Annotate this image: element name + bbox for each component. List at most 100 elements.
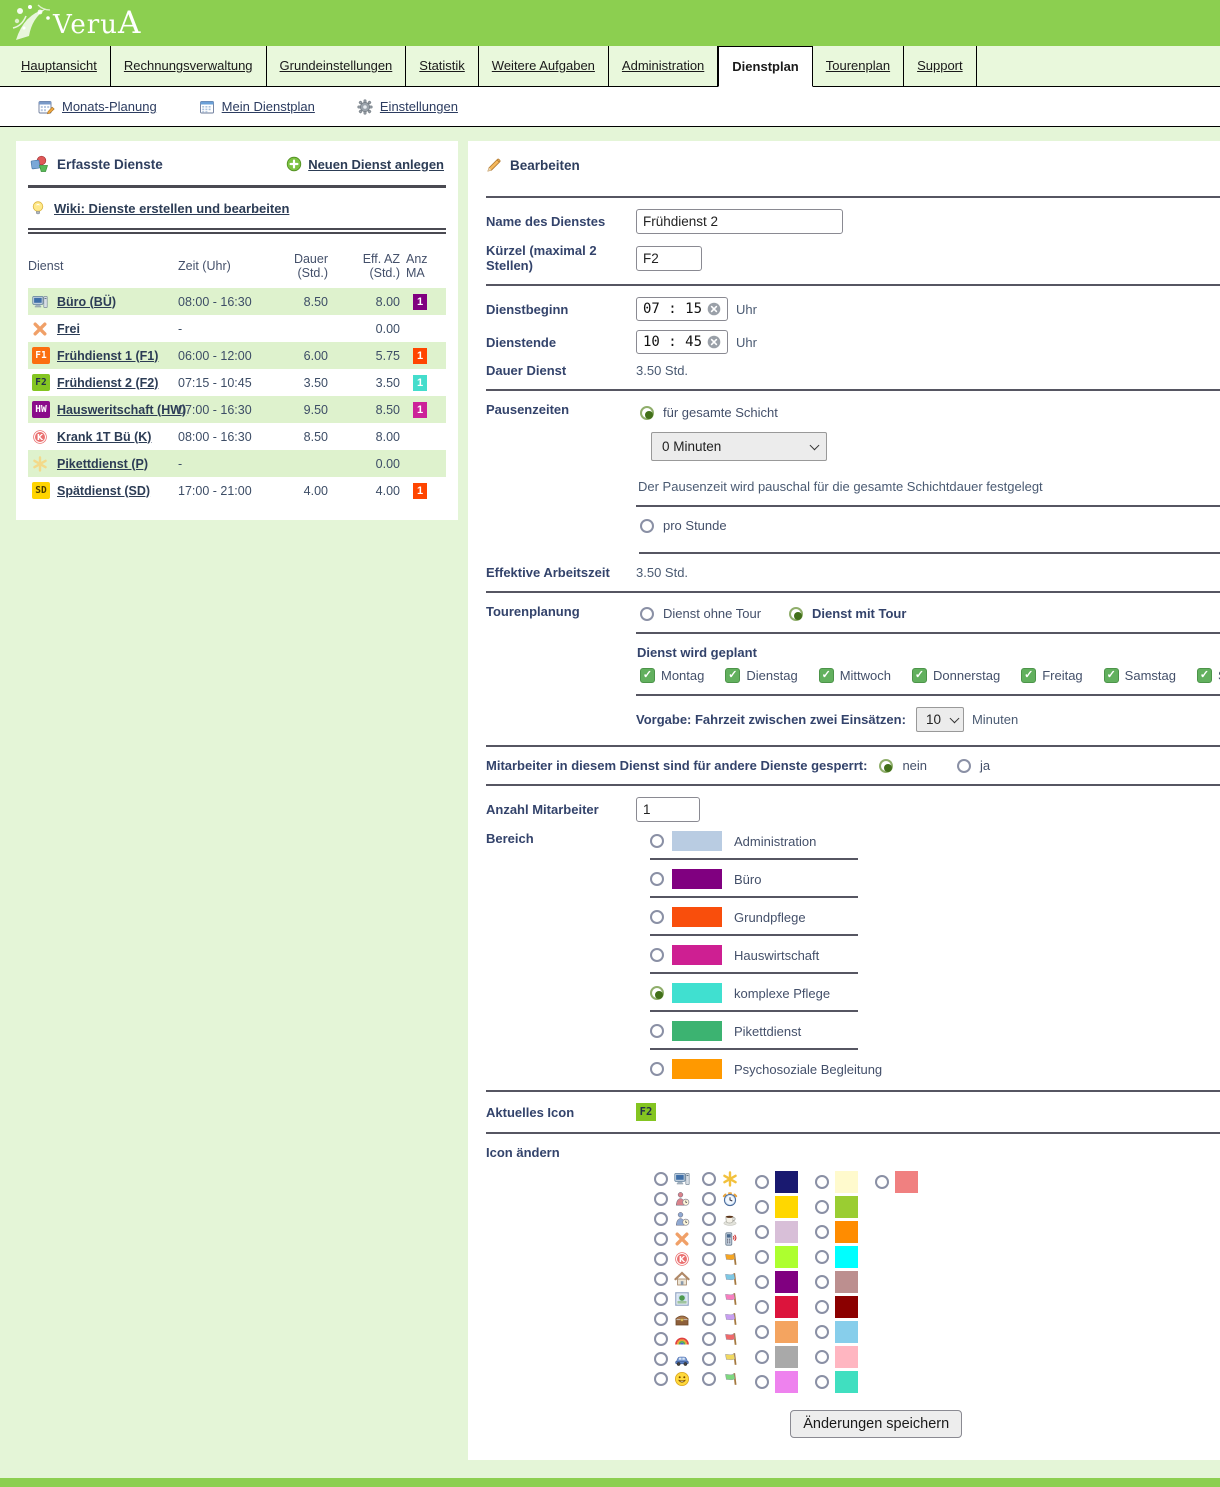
touren-mit-radio[interactable] [789,607,803,621]
bereich-radio[interactable] [650,910,664,924]
main-tab[interactable]: Weitere Aufgaben [479,46,609,86]
color-swatch[interactable] [775,1271,798,1293]
service-link[interactable]: Frei [57,322,80,336]
bereich-radio[interactable] [650,872,664,886]
color-swatch[interactable] [775,1246,798,1268]
icon-radio[interactable] [702,1292,716,1306]
bereich-radio[interactable] [650,1024,664,1038]
service-link[interactable]: Büro (BÜ) [57,295,116,309]
color-radio[interactable] [815,1225,829,1239]
icon-radio[interactable] [702,1272,716,1286]
icon-radio[interactable] [702,1232,716,1246]
color-radio[interactable] [815,1300,829,1314]
fahrzeit-select[interactable]: 10 [916,707,964,732]
bereich-radio[interactable] [650,986,664,1000]
gesperrt-ja-radio[interactable] [957,759,971,773]
service-link[interactable]: Pikettdienst (P) [57,457,148,471]
icon-radio[interactable] [702,1252,716,1266]
subnav-link[interactable]: Einstellungen [357,99,458,115]
new-service-link[interactable]: Neuen Dienst anlegen [308,157,444,172]
wiki-link[interactable]: Wiki: Dienste erstellen und bearbeiten [54,201,289,216]
weekday-checkbox[interactable] [640,668,655,683]
service-link[interactable]: Frühdienst 1 (F1) [57,349,158,363]
color-swatch[interactable] [775,1171,798,1193]
weekday-checkbox[interactable] [819,668,834,683]
subnav-link[interactable]: Monats-Planung [38,99,157,115]
subnav-link[interactable]: Mein Dienstplan [199,99,315,115]
main-tab[interactable]: Administration [609,46,718,86]
service-link[interactable]: Krank 1T Bü (K) [57,430,151,444]
color-radio[interactable] [755,1375,769,1389]
color-swatch[interactable] [835,1371,858,1393]
icon-radio[interactable] [702,1332,716,1346]
icon-radio[interactable] [654,1252,668,1266]
color-swatch[interactable] [775,1346,798,1368]
color-swatch[interactable] [775,1221,798,1243]
icon-radio[interactable] [702,1352,716,1366]
icon-radio[interactable] [702,1172,716,1186]
bereich-radio[interactable] [650,1062,664,1076]
dienstbeginn-input[interactable]: 07 : 15 [636,297,728,321]
weekday-checkbox[interactable] [1104,668,1119,683]
main-tab[interactable]: Tourenplan [813,46,904,86]
icon-radio[interactable] [654,1212,668,1226]
weekday-checkbox[interactable] [1197,668,1212,683]
color-swatch[interactable] [775,1296,798,1318]
icon-radio[interactable] [654,1192,668,1206]
main-tab[interactable]: Dienstplan [718,46,812,87]
bereich-radio[interactable] [650,948,664,962]
color-swatch[interactable] [835,1346,858,1368]
color-radio[interactable] [755,1175,769,1189]
icon-radio[interactable] [654,1172,668,1186]
name-input[interactable] [636,209,843,234]
save-button[interactable]: Änderungen speichern [790,1410,962,1438]
dienstende-input[interactable]: 10 : 45 [636,330,728,354]
color-radio[interactable] [815,1375,829,1389]
icon-radio[interactable] [702,1372,716,1386]
pausen-schicht-radio[interactable] [640,406,654,420]
clear-icon[interactable] [707,302,721,316]
anzahl-input[interactable] [636,797,700,822]
color-radio[interactable] [815,1275,829,1289]
color-radio[interactable] [815,1325,829,1339]
icon-radio[interactable] [654,1332,668,1346]
main-tab[interactable]: Support [904,46,977,86]
color-radio[interactable] [815,1250,829,1264]
pausen-stunde-radio[interactable] [640,519,654,533]
icon-radio[interactable] [654,1292,668,1306]
clear-icon[interactable] [707,335,721,349]
icon-radio[interactable] [654,1232,668,1246]
color-radio[interactable] [815,1175,829,1189]
color-radio[interactable] [815,1350,829,1364]
color-radio[interactable] [755,1350,769,1364]
color-radio[interactable] [755,1275,769,1289]
color-radio[interactable] [755,1325,769,1339]
service-link[interactable]: Frühdienst 2 (F2) [57,376,158,390]
color-swatch[interactable] [835,1171,858,1193]
color-swatch[interactable] [895,1171,918,1193]
main-tab[interactable]: Hauptansicht [8,46,111,86]
color-swatch[interactable] [835,1246,858,1268]
icon-radio[interactable] [654,1312,668,1326]
color-swatch[interactable] [835,1196,858,1218]
touren-ohne-radio[interactable] [640,607,654,621]
color-radio[interactable] [755,1300,769,1314]
weekday-checkbox[interactable] [725,668,740,683]
color-swatch[interactable] [835,1221,858,1243]
color-swatch[interactable] [835,1271,858,1293]
color-swatch[interactable] [835,1296,858,1318]
color-swatch[interactable] [775,1196,798,1218]
icon-radio[interactable] [702,1312,716,1326]
color-radio[interactable] [875,1175,889,1189]
bereich-radio[interactable] [650,834,664,848]
color-radio[interactable] [815,1200,829,1214]
kuerzel-input[interactable] [636,246,702,271]
weekday-checkbox[interactable] [912,668,927,683]
color-radio[interactable] [755,1250,769,1264]
service-link[interactable]: Spätdienst (SD) [57,484,150,498]
color-radio[interactable] [755,1200,769,1214]
color-swatch[interactable] [775,1371,798,1393]
weekday-checkbox[interactable] [1021,668,1036,683]
icon-radio[interactable] [654,1352,668,1366]
color-radio[interactable] [755,1225,769,1239]
